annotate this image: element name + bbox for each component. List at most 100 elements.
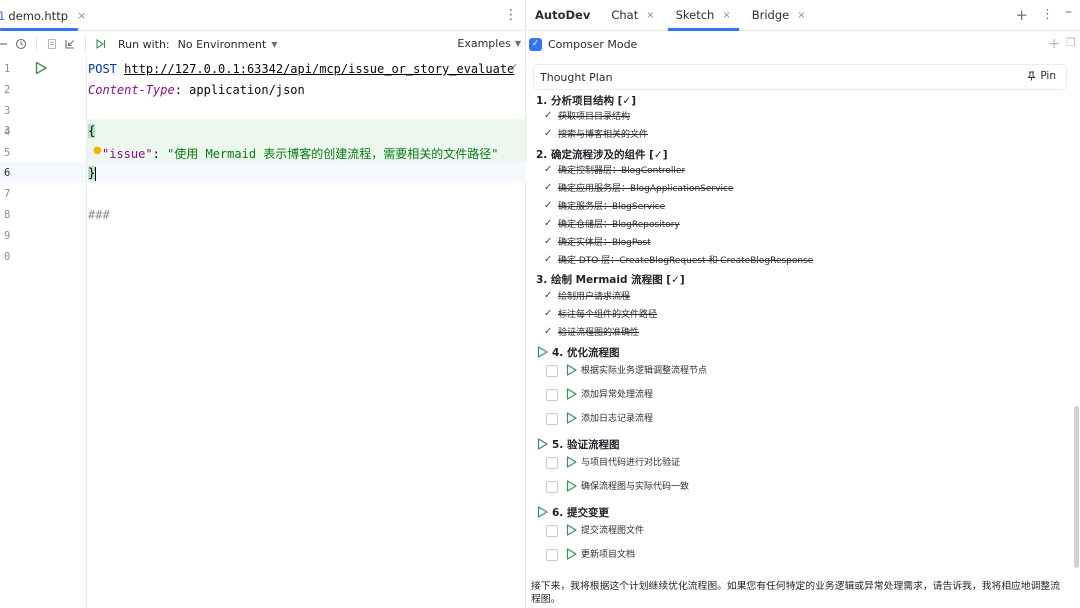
step-label: 绘制用户请求流程 <box>558 292 631 302</box>
chevron-down-icon: ▼ <box>514 39 521 48</box>
step-label: 根据实际业务逻辑调整流程节点 <box>581 366 708 376</box>
pin-icon <box>1027 71 1036 81</box>
step-label: 获取项目目录结构 <box>558 112 631 122</box>
run-step-icon[interactable] <box>566 547 577 560</box>
import-icon[interactable] <box>61 35 79 53</box>
close-icon[interactable]: × <box>797 10 805 21</box>
tab-bridge[interactable]: Bridge × <box>752 0 806 31</box>
copy-icon[interactable] <box>43 35 61 53</box>
step-label: 添加异常处理流程 <box>581 390 654 400</box>
json-field-line: "issue": "使用 Mermaid 表示博客的创建流程，需要相关的文件路径… <box>102 145 499 162</box>
json-separator: : <box>152 147 168 161</box>
close-icon[interactable]: × <box>722 10 730 21</box>
run-step-icon[interactable] <box>566 387 577 400</box>
run-step-icon[interactable] <box>566 479 577 492</box>
run-step-icon[interactable] <box>566 363 577 376</box>
tab-label: Sketch <box>675 8 715 22</box>
examples-label: Examples <box>457 37 511 50</box>
tab-sketch[interactable]: Sketch × <box>667 0 739 31</box>
vertical-scrollbar[interactable] <box>1074 406 1079 568</box>
plan-section-title: 3. 绘制 Mermaid 流程图 [✓] <box>536 274 685 286</box>
environment-dropdown[interactable]: No Environment ▼ <box>178 38 278 51</box>
plan-step-todo: 更新项目文档 <box>546 546 635 561</box>
step-label: 标注每个组件的文件路径 <box>558 310 658 320</box>
tab-demo-http[interactable]: 1 demo.http × <box>0 0 86 31</box>
step-label: 确定仓储层：BlogRepository <box>558 220 680 230</box>
run-step-icon[interactable] <box>566 523 577 536</box>
line-number: 1 <box>4 63 11 75</box>
thought-plan-header: Thought Plan Pin <box>533 64 1067 90</box>
gutter-divider <box>86 57 87 608</box>
line-number: 3 <box>4 105 11 117</box>
autodev-tab-bar: AutoDev Chat × Sketch × Bridge × + ⋮ – <box>527 0 1080 31</box>
plan-step-done: ✓ 确定应用服务层：BlogApplicationService <box>544 181 733 194</box>
step-checkbox[interactable] <box>546 525 558 537</box>
checkmark-icon: ✓ <box>544 236 553 247</box>
plan-step-todo: 添加日志记录流程 <box>546 410 653 425</box>
line-number: 4 <box>4 126 11 138</box>
plan-step-done: ✓ 验证流程图的准确性 <box>544 325 639 338</box>
step-checkbox[interactable] <box>546 413 558 425</box>
ide-window: 1 demo.http × ⋮ Run with: No Environment… <box>0 0 1080 608</box>
toolbar-divider <box>85 37 86 51</box>
minimize-icon[interactable]: – <box>1065 4 1072 20</box>
checkmark-icon: ✓ <box>544 308 553 319</box>
add-icon[interactable]: + <box>1048 36 1060 52</box>
composer-mode-checkbox[interactable]: ✓ <box>529 37 542 51</box>
tab-chat[interactable]: Chat × <box>611 0 654 31</box>
chevron-down-icon: ▼ <box>271 39 278 49</box>
plan-step-done: ✓ 确定 DTO 层：CreateBlogRequest 和 CreateBlog… <box>544 253 813 266</box>
environment-value: No Environment <box>177 37 267 51</box>
line-number: 9 <box>4 230 11 242</box>
http-method: POST <box>88 62 117 76</box>
run-section-icon[interactable] <box>537 506 548 518</box>
step-checkbox[interactable] <box>546 549 558 561</box>
composer-mode-row: ✓ Composer Mode + ❐ <box>527 31 1080 57</box>
step-label: 确定控制器层：BlogController <box>558 166 686 176</box>
current-line-highlight <box>0 162 526 183</box>
plan-section-title: 6. 提交变更 <box>552 507 609 519</box>
run-all-icon[interactable] <box>92 35 110 53</box>
checkmark-icon: ✓ <box>544 290 553 301</box>
arrow-left-icon[interactable] <box>0 35 12 53</box>
plan-step-done: ✓ 标注每个组件的文件路径 <box>544 307 657 320</box>
plan-section-title: 5. 验证流程图 <box>552 439 620 451</box>
step-checkbox[interactable] <box>546 365 558 377</box>
lightbulb-icon[interactable]: ● <box>93 145 102 156</box>
plan-step-todo: 添加异常处理流程 <box>546 386 653 401</box>
request-url[interactable]: http://127.0.0.1:63342/api/mcp/issue_or_… <box>124 62 514 76</box>
run-section-icon[interactable] <box>537 346 548 358</box>
history-icon[interactable] <box>12 35 30 53</box>
run-step-icon[interactable] <box>566 411 577 424</box>
close-icon[interactable]: × <box>646 10 654 21</box>
json-key: "issue" <box>102 147 153 161</box>
add-icon[interactable]: + <box>1015 6 1028 24</box>
separator-line: ### <box>88 208 110 222</box>
plan-step-done: ✓ 确定仓储层：BlogRepository <box>544 217 680 230</box>
checkmark-icon: ✓ <box>544 110 553 121</box>
copy-icon[interactable]: ❐ <box>1066 36 1076 49</box>
composer-mode-label: Composer Mode <box>548 37 638 51</box>
run-request-icon[interactable] <box>34 61 48 75</box>
more-vertical-icon[interactable]: ⋮ <box>1041 7 1054 22</box>
plan-step-done: ✓ 获取项目目录结构 <box>544 109 630 122</box>
run-step-icon[interactable] <box>566 455 577 468</box>
plan-step-done: ✓ 搜索与博客相关的文件 <box>544 127 648 140</box>
close-icon[interactable]: × <box>77 9 86 22</box>
step-checkbox[interactable] <box>546 457 558 469</box>
line-number: 7 <box>4 188 11 200</box>
examples-dropdown[interactable]: Examples ▼ <box>457 37 521 50</box>
step-checkbox[interactable] <box>546 389 558 401</box>
run-with-label: Run with: <box>118 37 170 51</box>
checkmark-icon: ✓ <box>544 128 553 139</box>
http-editor-pane: 1 demo.http × ⋮ Run with: No Environment… <box>0 0 526 608</box>
step-checkbox[interactable] <box>546 481 558 493</box>
pin-button[interactable]: Pin <box>1027 70 1056 82</box>
code-editor[interactable]: 1 2 3 3 4 5 6 7 8 9 0 POST http://127.0.… <box>0 57 526 608</box>
step-label: 添加日志记录流程 <box>581 414 654 424</box>
run-section-icon[interactable] <box>537 438 548 450</box>
pin-label: Pin <box>1040 70 1056 82</box>
more-vertical-icon[interactable]: ⋮ <box>504 7 518 23</box>
http-file-icon: 1 <box>0 8 6 23</box>
line-number: 8 <box>4 209 11 221</box>
